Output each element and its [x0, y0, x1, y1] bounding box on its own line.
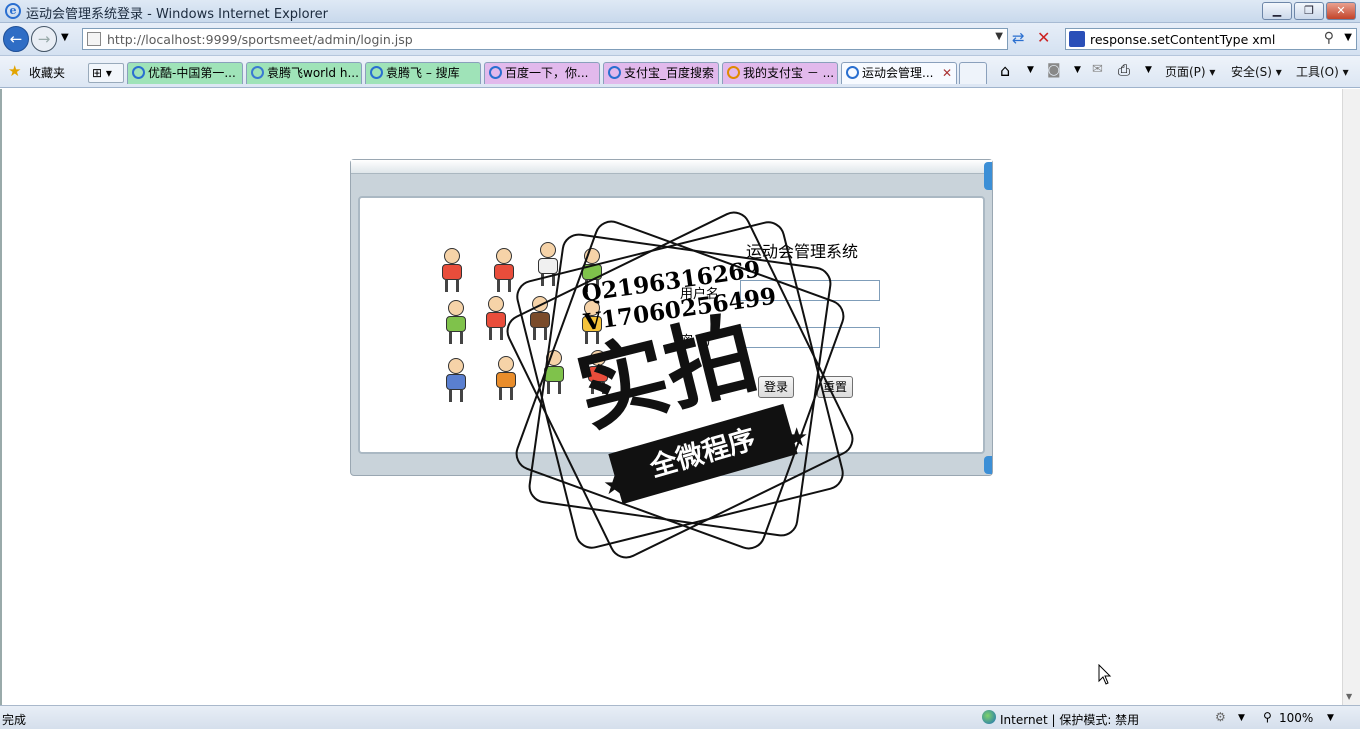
- cheerleader-figure: [537, 350, 571, 394]
- close-window-button[interactable]: ✕: [1326, 2, 1356, 20]
- ie-logo-icon: e: [5, 3, 21, 19]
- favorites-star-icon[interactable]: ★: [8, 62, 21, 80]
- tab-yuantengfei-world[interactable]: 袁腾飞world h...: [246, 62, 362, 84]
- mail-icon[interactable]: ✉: [1092, 62, 1103, 77]
- refresh-icon[interactable]: ⇄: [1012, 29, 1025, 47]
- page-menu[interactable]: 页面(P) ▾: [1165, 63, 1215, 80]
- protected-mode-icon[interactable]: ⚙: [1215, 710, 1226, 724]
- tab-label: 优酷-中国第一...: [148, 66, 236, 80]
- search-input[interactable]: response.setContentType xml: [1090, 32, 1275, 47]
- maximize-button[interactable]: ❐: [1294, 2, 1324, 20]
- tab-youku[interactable]: 优酷-中国第一...: [127, 62, 243, 84]
- panel-top-strip: [351, 160, 992, 174]
- zoom-level[interactable]: 100%: [1279, 711, 1313, 725]
- feeds-dropdown-icon[interactable]: ▼: [1074, 65, 1081, 75]
- player-figure: [531, 242, 565, 286]
- minimize-button[interactable]: ▁: [1262, 2, 1292, 20]
- back-button[interactable]: ←: [3, 26, 29, 52]
- zoom-dropdown-icon[interactable]: ▼: [1327, 713, 1334, 723]
- history-dropdown-icon[interactable]: ▼: [61, 32, 69, 43]
- navigation-bar: ← → ▼ http://localhost:9999/sportsmeet/a…: [0, 23, 1360, 56]
- search-box[interactable]: response.setContentType xml ⚲ ▼: [1065, 28, 1357, 50]
- print-icon[interactable]: ⎙: [1118, 61, 1130, 79]
- ie-tab-icon: [370, 66, 383, 79]
- basketball-player-figure: [439, 358, 473, 402]
- tab-label: 运动会管理...: [862, 66, 934, 80]
- panel-blue-tab: [984, 456, 992, 474]
- basketball-player-figure: [435, 248, 469, 292]
- reset-button[interactable]: 重置: [817, 376, 853, 398]
- page-icon: [87, 32, 101, 46]
- mouse-cursor-icon: [1098, 664, 1112, 685]
- tab-yuantengfei-soku[interactable]: 袁腾飞 – 搜库: [365, 62, 481, 84]
- tab-label: 我的支付宝 － ...: [743, 66, 835, 80]
- status-text: 完成: [2, 713, 27, 727]
- favorites-button[interactable]: 收藏夹: [29, 64, 65, 81]
- address-dropdown-icon[interactable]: ▼: [995, 31, 1003, 42]
- print-dropdown-icon[interactable]: ▼: [1145, 65, 1152, 75]
- tab-baidu[interactable]: 百度一下，你...: [484, 62, 600, 84]
- title-bar: e 运动会管理系统登录 - Windows Internet Explorer …: [0, 0, 1360, 23]
- window-title: 运动会管理系统登录 - Windows Internet Explorer: [26, 7, 328, 22]
- tools-menu[interactable]: 工具(O) ▾: [1296, 63, 1349, 80]
- home-icon[interactable]: ⌂: [1000, 61, 1010, 80]
- security-zone[interactable]: Internet | 保护模式: 禁用: [1000, 711, 1139, 728]
- ie-tab-icon: [132, 66, 145, 79]
- protected-mode-dropdown-icon[interactable]: ▼: [1238, 713, 1245, 723]
- search-dropdown-icon[interactable]: ▼: [1344, 32, 1352, 43]
- tab-sportsmeet-active[interactable]: 运动会管理... ✕: [841, 62, 957, 84]
- panel-blue-tab: [984, 162, 992, 190]
- system-title: 运动会管理系统: [746, 242, 859, 261]
- runner-figure: [487, 248, 521, 292]
- tab-label: 袁腾飞 – 搜库: [386, 66, 460, 80]
- forward-button[interactable]: →: [31, 26, 57, 52]
- tab-alipay-search[interactable]: 支付宝_百度搜索: [603, 62, 719, 84]
- scroll-down-icon[interactable]: ▼: [1346, 692, 1352, 701]
- close-tab-icon[interactable]: ✕: [942, 63, 952, 83]
- baseball-player-figure: [439, 300, 473, 344]
- new-tab-button[interactable]: [959, 62, 987, 84]
- quick-tabs-button[interactable]: ⊞ ▾: [88, 63, 124, 83]
- baidu-paw-icon: [1069, 31, 1085, 47]
- favorites-tab-bar: ★ 收藏夹 ⊞ ▾ 优酷-中国第一... 袁腾飞world h... 袁腾飞 –…: [0, 56, 1360, 88]
- tab-label: 支付宝_百度搜索: [624, 66, 715, 80]
- ie-tab-icon: [489, 66, 502, 79]
- search-icon[interactable]: ⚲: [1324, 30, 1334, 46]
- zoom-icon[interactable]: ⚲: [1263, 710, 1272, 724]
- player-figure: [479, 296, 513, 340]
- alipay-tab-icon: [727, 66, 740, 79]
- player-figure: [489, 356, 523, 400]
- video-tab-icon: [251, 66, 264, 79]
- safety-menu[interactable]: 安全(S) ▾: [1231, 63, 1282, 80]
- tab-my-alipay[interactable]: 我的支付宝 － ...: [722, 62, 838, 84]
- stop-icon[interactable]: ✕: [1037, 28, 1050, 47]
- ie-tab-icon: [608, 66, 621, 79]
- feeds-icon[interactable]: ◙: [1047, 62, 1061, 78]
- status-bar: 完成 Internet | 保护模式: 禁用 ⚙ ▼ ⚲ 100% ▼: [0, 705, 1360, 729]
- internet-globe-icon: [982, 710, 996, 724]
- ie-tab-icon: [846, 66, 859, 79]
- password-input[interactable]: [740, 327, 880, 348]
- address-url: http://localhost:9999/sportsmeet/admin/l…: [107, 32, 413, 47]
- home-dropdown-icon[interactable]: ▼: [1027, 65, 1034, 75]
- vertical-scrollbar[interactable]: ▼: [1342, 89, 1360, 705]
- address-bar[interactable]: http://localhost:9999/sportsmeet/admin/l…: [82, 28, 1008, 50]
- tab-label: 袁腾飞world h...: [267, 66, 359, 80]
- tab-label: 百度一下，你...: [505, 66, 589, 80]
- player-figure: [523, 296, 557, 340]
